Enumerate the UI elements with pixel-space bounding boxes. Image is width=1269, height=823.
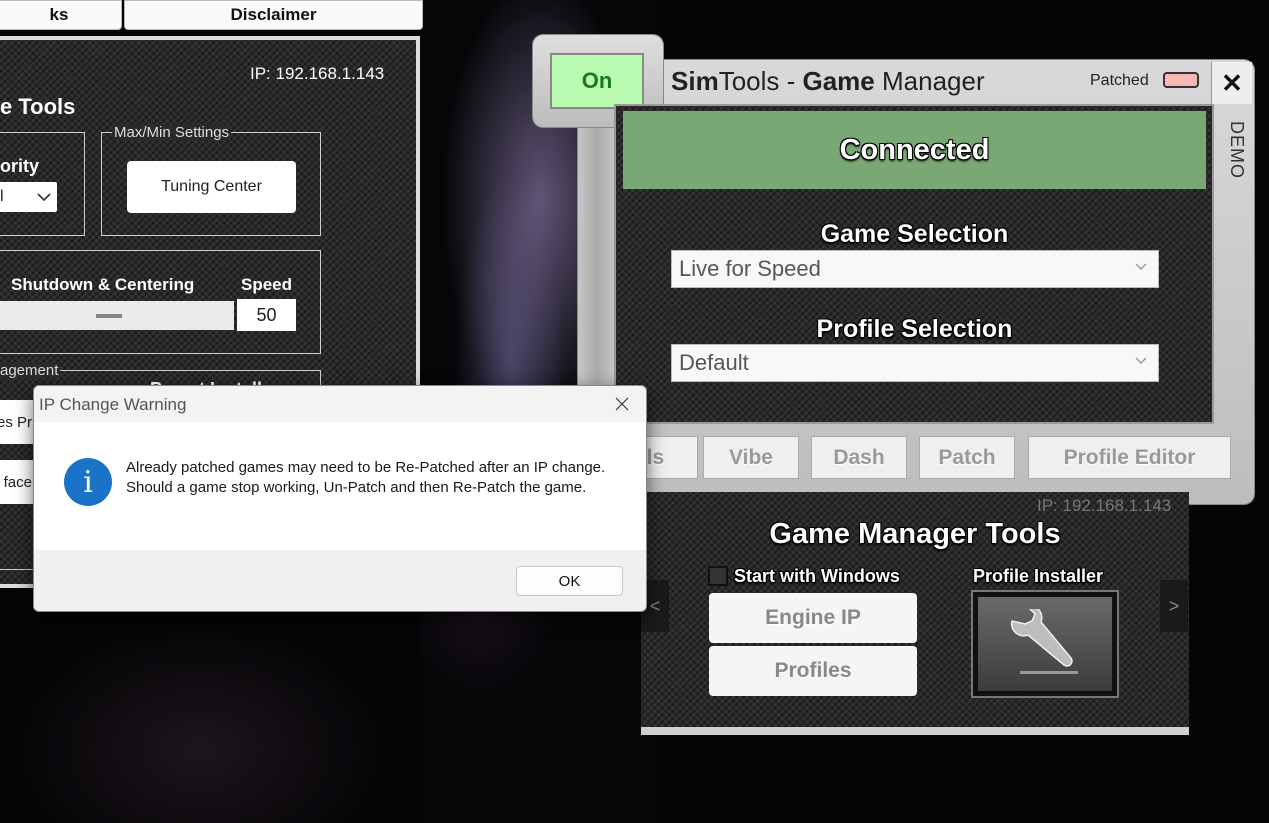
next-arrow-button[interactable]: > [1160,580,1188,632]
close-icon: ✕ [1221,67,1243,98]
main-ip-label: IP: 192.168.1.143 [250,64,385,83]
dialog-close-button[interactable] [606,388,638,420]
title-tools: Tools - [718,66,803,96]
tools-ip-label: IP: 192.168.1.143 [1037,496,1172,515]
dialog-message: Already patched games may need to be Re-… [126,459,606,496]
max-min-group-label: Max/Min Settings [112,124,232,141]
title-sim: Sim [671,66,719,96]
game-manager-arm [578,120,616,420]
patched-indicator [1163,72,1199,88]
speed-input[interactable]: 50 [237,299,296,331]
tab-vibe[interactable]: Vibe [703,436,799,479]
game-selection-value: Live for Speed [679,256,821,281]
chevron-down-icon [1135,357,1147,364]
management-group-label: agement [0,362,61,379]
game-manager-title: SimTools - Game Manager [671,66,985,97]
profile-installer-button[interactable] [971,590,1119,698]
chevron-down-icon [1135,263,1147,270]
connection-status: Connected [623,111,1206,189]
priority-select-value: l [0,188,4,205]
main-section-title: e Tools [0,94,76,119]
dialog-title: IP Change Warning [39,395,187,414]
chevron-left-icon: < [649,595,661,616]
profile-installer-label: Profile Installer [973,566,1104,586]
wrench-icon [1010,609,1078,674]
priority-select[interactable]: l [0,182,57,212]
start-with-windows-checkbox[interactable] [708,566,728,586]
ok-button[interactable]: OK [516,566,623,596]
interface-button[interactable]: face [0,460,36,504]
info-icon: i [64,458,112,506]
profile-selection-label: Profile Selection [816,315,1013,343]
engine-ip-button[interactable]: Engine IP [709,593,917,643]
close-button[interactable]: ✕ [1211,62,1252,104]
tab-profile-editor[interactable]: Profile Editor [1028,436,1231,479]
slider-thumb[interactable] [96,314,122,318]
title-game: Game [802,66,875,96]
tuning-center-button[interactable]: Tuning Center [127,161,296,213]
ip-change-warning-dialog: IP Change Warning i Already patched game… [33,385,647,612]
chevron-right-icon: > [1168,595,1180,616]
profile-selection-dropdown[interactable]: Default [671,344,1159,382]
title-manager: Manager [874,66,985,96]
dialog-titlebar: IP Change Warning [34,386,646,422]
files-button[interactable]: es Pr [0,400,36,444]
demo-label: DEMO [1227,121,1247,179]
tab-dash[interactable]: Dash [811,436,907,479]
chevron-down-icon [37,193,51,202]
profiles-button[interactable]: Profiles [709,646,917,696]
tab-patch[interactable]: Patch [919,436,1015,479]
close-icon [615,397,629,411]
start-with-windows-label: Start with Windows [734,566,900,586]
speed-label: Speed [241,275,293,294]
tab-disclaimer[interactable]: Disclaimer [124,0,423,30]
tab-links[interactable]: ks [0,0,122,30]
priority-label: ority [0,156,40,176]
shutdown-label: Shutdown & Centering [11,275,195,294]
dialog-footer: OK [34,550,646,611]
on-toggle-button[interactable]: On [550,53,644,109]
patched-label: Patched [1090,72,1149,89]
tools-title: Game Manager Tools [769,518,1061,550]
shutdown-slider[interactable] [0,301,234,330]
profile-selection-value: Default [679,350,749,375]
main-tab-bar: ks Disclaimer [0,0,425,32]
game-selection-dropdown[interactable]: Live for Speed [671,250,1159,288]
game-selection-label: Game Selection [820,220,1009,248]
desktop-wallpaper-glow [0,590,640,823]
